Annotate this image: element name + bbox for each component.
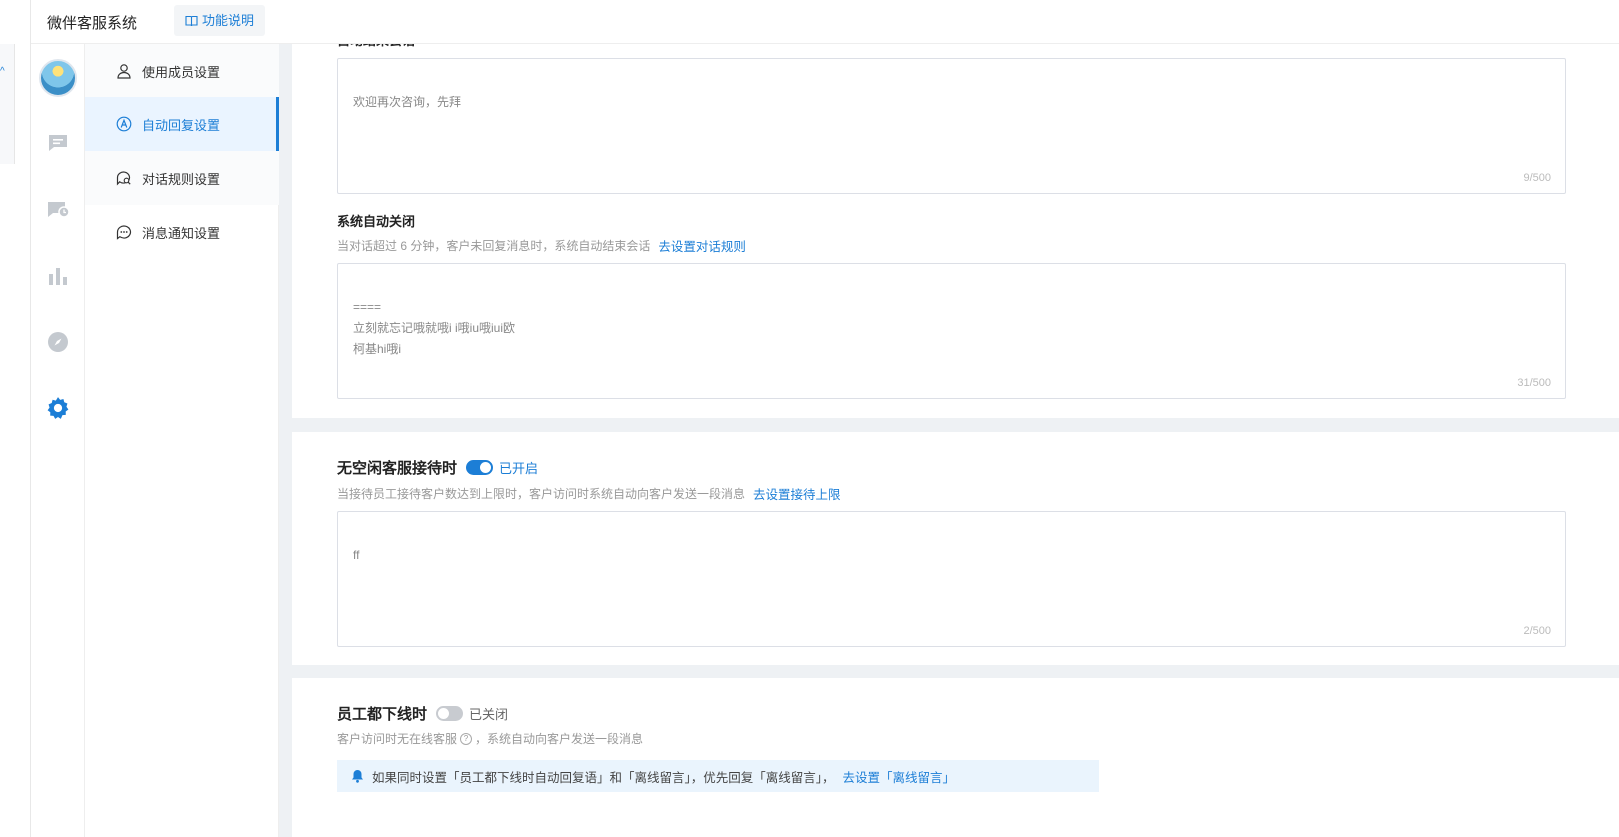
offline-notice: 如果同时设置「员工都下线时自动回复语」和「离线留言」，优先回复「离线留言」， 去… — [337, 760, 1099, 792]
book-icon — [185, 15, 198, 26]
offline-message-link[interactable]: 去设置「离线留言」 — [843, 767, 956, 786]
chat-icon[interactable] — [44, 129, 72, 157]
first-reply-textarea[interactable]: 欢迎再次咨询，先拜 9/500 — [337, 58, 1566, 194]
busy-toggle[interactable] — [466, 460, 494, 475]
help-icon[interactable]: ? — [460, 732, 473, 745]
top-bar: 微伴客服系统 功能说明 — [31, 0, 1619, 44]
busy-reply-textarea[interactable]: ff 2/500 — [337, 511, 1566, 647]
busy-desc: 当接待员工接待客户数达到上限时，客户访问时系统自动向客户发送一段消息 去设置接待… — [337, 484, 841, 503]
textarea-value: ==== 立刻就忘记哦就哦i i哦iu哦iui欧 柯基hi哦i — [353, 300, 516, 356]
app-brand: 微伴客服系统 — [47, 15, 138, 32]
feature-guide-label: 功能说明 — [202, 13, 255, 28]
textarea-value: 欢迎再次咨询，先拜 — [353, 95, 462, 109]
ticket-icon[interactable] — [44, 195, 72, 223]
stats-icon[interactable] — [44, 262, 72, 290]
icon-rail — [31, 44, 85, 837]
offline-title: 员工都下线时 — [337, 706, 428, 723]
menu-item-member-settings[interactable]: 使用成员设置 — [85, 44, 279, 98]
char-counter: 2/500 — [1523, 625, 1551, 637]
offline-desc-text-2: ，系统自动向客户发送一段消息 — [475, 732, 644, 746]
busy-agents-panel: 无空闲客服接待时 已开启 当接待员工接待客户数达到上限时，客户访问时系统自动向客… — [292, 432, 1619, 665]
char-counter: 31/500 — [1517, 377, 1551, 389]
feature-guide-button[interactable]: 功能说明 — [174, 5, 266, 36]
menu-item-label: 对话规则设置 — [142, 171, 221, 187]
busy-title-row: 无空闲客服接待时 已开启 — [337, 457, 538, 478]
textarea-value: ff — [353, 548, 360, 562]
offline-title-row: 员工都下线时 已关闭 — [337, 703, 508, 724]
collapsed-panel[interactable] — [0, 44, 15, 164]
main-content: 自动结束会话 欢迎再次咨询，先拜 9/500 系统自动关闭 当对话超过 6 分钟… — [279, 44, 1619, 837]
left-collapsed-strip: ^ — [0, 0, 31, 837]
auto-close-label: 系统自动关闭 — [337, 214, 416, 229]
chat-rules-link[interactable]: 去设置对话规则 — [658, 236, 746, 255]
auto-close-desc: 当对话超过 6 分钟，客户未回复消息时，系统自动结束会话 去设置对话规则 — [337, 236, 746, 255]
char-counter: 9/500 — [1523, 172, 1551, 184]
offline-desc: 客户访问时无在线客服 ? ，系统自动向客户发送一段消息 — [337, 730, 643, 747]
menu-item-label: 自动回复设置 — [142, 117, 221, 133]
user-icon — [115, 62, 133, 80]
notice-text: 如果同时设置「员工都下线时自动回复语」和「离线留言」，优先回复「离线留言」， — [372, 770, 835, 785]
auto-reply-icon — [115, 115, 133, 133]
offline-desc-text: 客户访问时无在线客服 — [337, 732, 458, 746]
auto-close-textarea[interactable]: ==== 立刻就忘记哦就哦i i哦iu哦iui欧 柯基hi哦i 31/500 — [337, 263, 1566, 399]
busy-title: 无空闲客服接待时 — [337, 460, 458, 477]
offline-toggle[interactable] — [436, 706, 464, 721]
menu-item-label: 消息通知设置 — [142, 225, 221, 241]
message-notify-icon — [115, 223, 133, 241]
chat-rule-icon — [115, 169, 133, 187]
menu-item-message-notify[interactable]: 消息通知设置 — [85, 205, 279, 259]
menu-item-label: 使用成员设置 — [142, 64, 221, 80]
chevron-up-icon[interactable]: ^ — [0, 66, 5, 77]
menu-item-chat-rules[interactable]: 对话规则设置 — [85, 151, 279, 205]
offline-panel: 员工都下线时 已关闭 客户访问时无在线客服 ? ，系统自动向客户发送一段消息 如… — [292, 678, 1619, 837]
compass-icon[interactable] — [44, 328, 72, 356]
auto-close-desc-text: 当对话超过 6 分钟，客户未回复消息时，系统自动结束会话 — [337, 239, 651, 253]
menu-item-auto-reply[interactable]: 自动回复设置 — [85, 97, 279, 151]
busy-desc-text: 当接待员工接待客户数达到上限时，客户访问时系统自动向客户发送一段消息 — [337, 487, 746, 501]
bell-icon — [352, 770, 363, 783]
clipped-section-label: 自动结束会话 — [337, 44, 415, 49]
settings-submenu: 使用成员设置 自动回复设置 对话规则设置 消息通知设置 — [85, 44, 279, 837]
busy-state: 已开启 — [499, 461, 539, 476]
reception-limit-link[interactable]: 去设置接待上限 — [753, 484, 841, 503]
settings-icon[interactable] — [44, 394, 72, 422]
auto-reply-panel: 自动结束会话 欢迎再次咨询，先拜 9/500 系统自动关闭 当对话超过 6 分钟… — [292, 44, 1619, 418]
avatar[interactable] — [39, 59, 77, 97]
offline-state: 已关闭 — [469, 707, 509, 722]
